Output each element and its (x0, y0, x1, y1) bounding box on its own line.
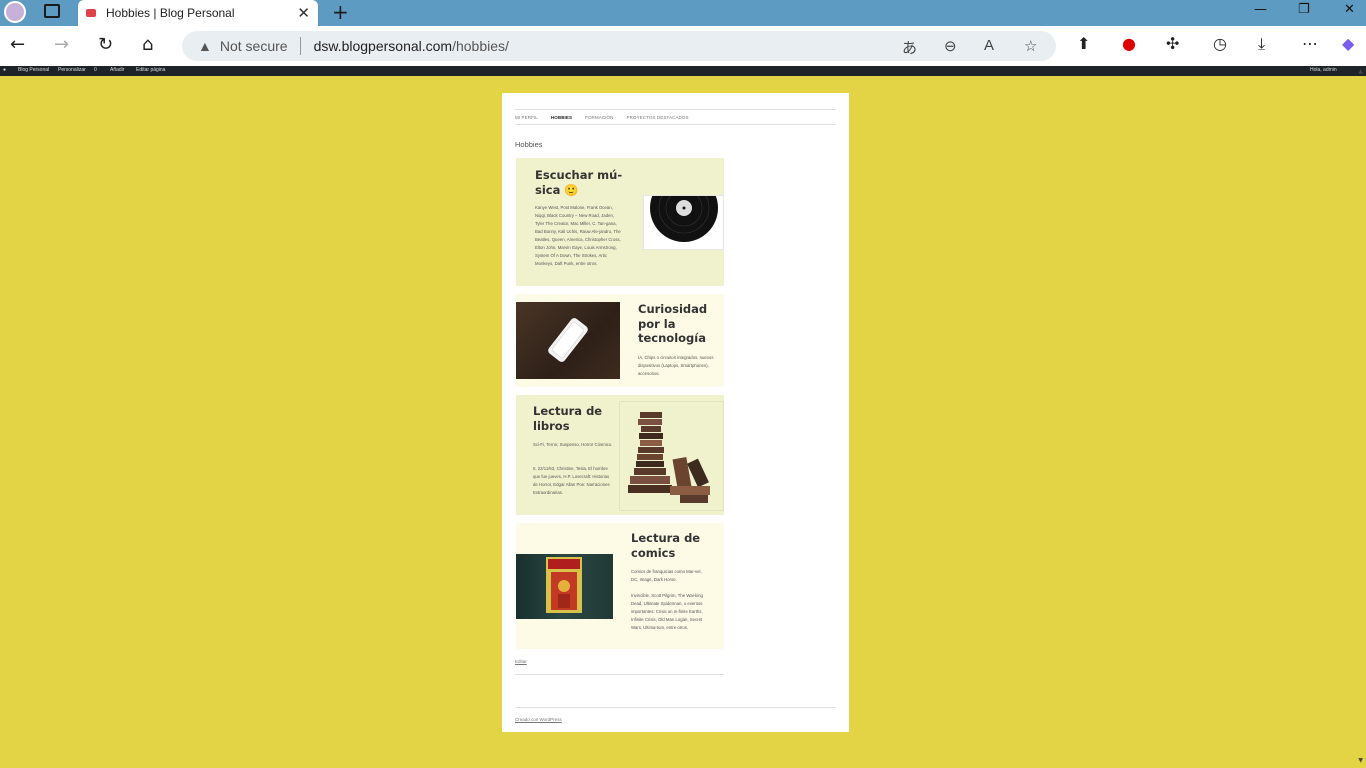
hobby-card-music: Escuchar mú-sica 🙂 Kanye West, Post Malo… (516, 158, 724, 286)
divider (515, 674, 724, 675)
warning-icon[interactable]: ▲ (198, 38, 212, 54)
scroll-down-icon[interactable]: ▼ (1358, 757, 1363, 764)
hobby-card-books: Lectura de libros Sci-Fi, Terror, Suspen… (516, 395, 724, 515)
divider (515, 707, 836, 708)
adblock-icon[interactable]: ● (1122, 34, 1136, 53)
hobby-text: Kanye West, Post Malone, Frank Ocean, Ni… (535, 205, 621, 266)
hobby-card-tech: Curiosidad por la tecnología IA, Chips o… (516, 294, 724, 387)
hobby-text-2: Invincible, Scott Pilgrim, The Wal-king … (631, 593, 703, 630)
admin-greeting[interactable]: Hola, admin (1310, 67, 1337, 73)
extension-upload-icon[interactable]: ⬆ (1077, 34, 1090, 53)
page-content: Mi perfil Hobbies Formación Proyectos de… (502, 93, 849, 732)
admin-new-link[interactable]: Añadir (110, 67, 124, 73)
tab-close-icon[interactable]: ✕ (297, 4, 310, 22)
hobby-title: Curiosidad por la tecnología (638, 302, 708, 345)
smartphone-image (516, 302, 620, 379)
smartphone-icon (548, 318, 588, 362)
address-bar[interactable]: ▲ Not secure dsw.blogpersonal.com/hobbie… (182, 31, 1056, 61)
extensions-icon[interactable]: ✣ (1166, 34, 1179, 53)
footer-credit-link[interactable]: Creado con WordPress (515, 717, 562, 722)
hobby-title: Lectura de libros (533, 404, 603, 433)
nav-item-perfil[interactable]: Mi perfil (515, 115, 538, 120)
url-host: dsw.blogpersonal.com (313, 38, 453, 54)
vinyl-record-icon (650, 196, 718, 242)
site-nav: Mi perfil Hobbies Formación Proyectos de… (515, 109, 836, 125)
tab-actions-icon[interactable] (44, 4, 60, 18)
close-window-icon[interactable]: ✕ (1344, 2, 1355, 17)
tab-bar: Hobbies | Blog Personal ✕ + — ❐ ✕ (0, 0, 1366, 26)
back-icon[interactable]: ← (10, 34, 25, 56)
book-stack-image (619, 401, 724, 511)
minimize-icon[interactable]: — (1254, 2, 1267, 17)
edit-link[interactable]: Editar (515, 659, 527, 664)
forward-icon[interactable]: → (54, 34, 69, 56)
scroll-up-icon[interactable]: ▲ (1358, 68, 1363, 75)
tab-active[interactable]: Hobbies | Blog Personal ✕ (78, 0, 318, 26)
nav-item-formacion[interactable]: Formación (585, 115, 613, 120)
iron-man-comic-image (516, 554, 613, 619)
admin-comments-count[interactable]: 0 (94, 67, 97, 73)
hobby-text: Sci-Fi, Terror, Suspenso, Horror Cósmico… (533, 442, 613, 447)
profile-avatar[interactable] (4, 1, 26, 23)
new-tab-icon[interactable]: + (332, 0, 349, 24)
wp-logo-icon[interactable]: ● (3, 67, 6, 73)
wp-admin-bar: ● Blog Personal Personalizar 0 Añadir Ed… (0, 66, 1366, 76)
admin-customize-link[interactable]: Personalizar (58, 67, 86, 73)
admin-edit-page-link[interactable]: Editar página (136, 67, 165, 73)
comic-book-icon (546, 557, 582, 613)
hobby-text: IA, Chips o circuitos integrados, nuevos… (638, 355, 714, 376)
favorite-star-icon[interactable]: ☆ (1024, 37, 1037, 55)
hobby-text: Comics de franquicias como Mar-vel, DC, … (631, 569, 702, 582)
hobby-title: Escuchar mú-sica 🙂 (535, 168, 623, 197)
hobby-text-2: It, 22/11/63, Christine, Tesla, El hombr… (533, 466, 610, 495)
home-icon[interactable]: ⌂ (142, 34, 153, 56)
url-path: /hobbies/ (452, 38, 509, 54)
tab-title: Hobbies | Blog Personal (106, 6, 235, 20)
url-text: dsw.blogpersonal.com/hobbies/ (314, 38, 509, 54)
hobby-title: Lectura de comics (631, 531, 701, 560)
book-stack-icon (628, 412, 710, 503)
refresh-icon[interactable]: ↻ (98, 34, 113, 56)
read-aloud-icon[interactable]: A (984, 37, 994, 54)
translate-icon[interactable]: あ (902, 37, 917, 58)
downloads-icon[interactable]: ⤓ (1258, 34, 1265, 54)
browser-toolbar: ← → ↻ ⌂ ▲ Not secure dsw.blogpersonal.co… (0, 26, 1366, 66)
restore-icon[interactable]: ❐ (1298, 2, 1310, 17)
history-icon[interactable]: ◷ (1213, 34, 1227, 53)
nav-item-hobbies[interactable]: Hobbies (551, 115, 572, 120)
admin-site-link[interactable]: Blog Personal (18, 67, 49, 73)
divider (299, 37, 301, 55)
hobby-card-comics: Lectura de comics Comics de franquicias … (516, 523, 724, 649)
zoom-icon[interactable]: ⊖ (944, 37, 957, 55)
site-favicon-icon (86, 9, 96, 17)
vinyl-record-image (643, 195, 724, 250)
not-secure-label: Not secure (219, 38, 288, 54)
more-menu-icon[interactable]: ⋯ (1302, 34, 1318, 53)
copilot-icon[interactable]: ◆ (1342, 34, 1354, 53)
page-title: Hobbies (515, 140, 543, 149)
nav-item-proyectos[interactable]: Proyectos destacados (627, 115, 689, 120)
